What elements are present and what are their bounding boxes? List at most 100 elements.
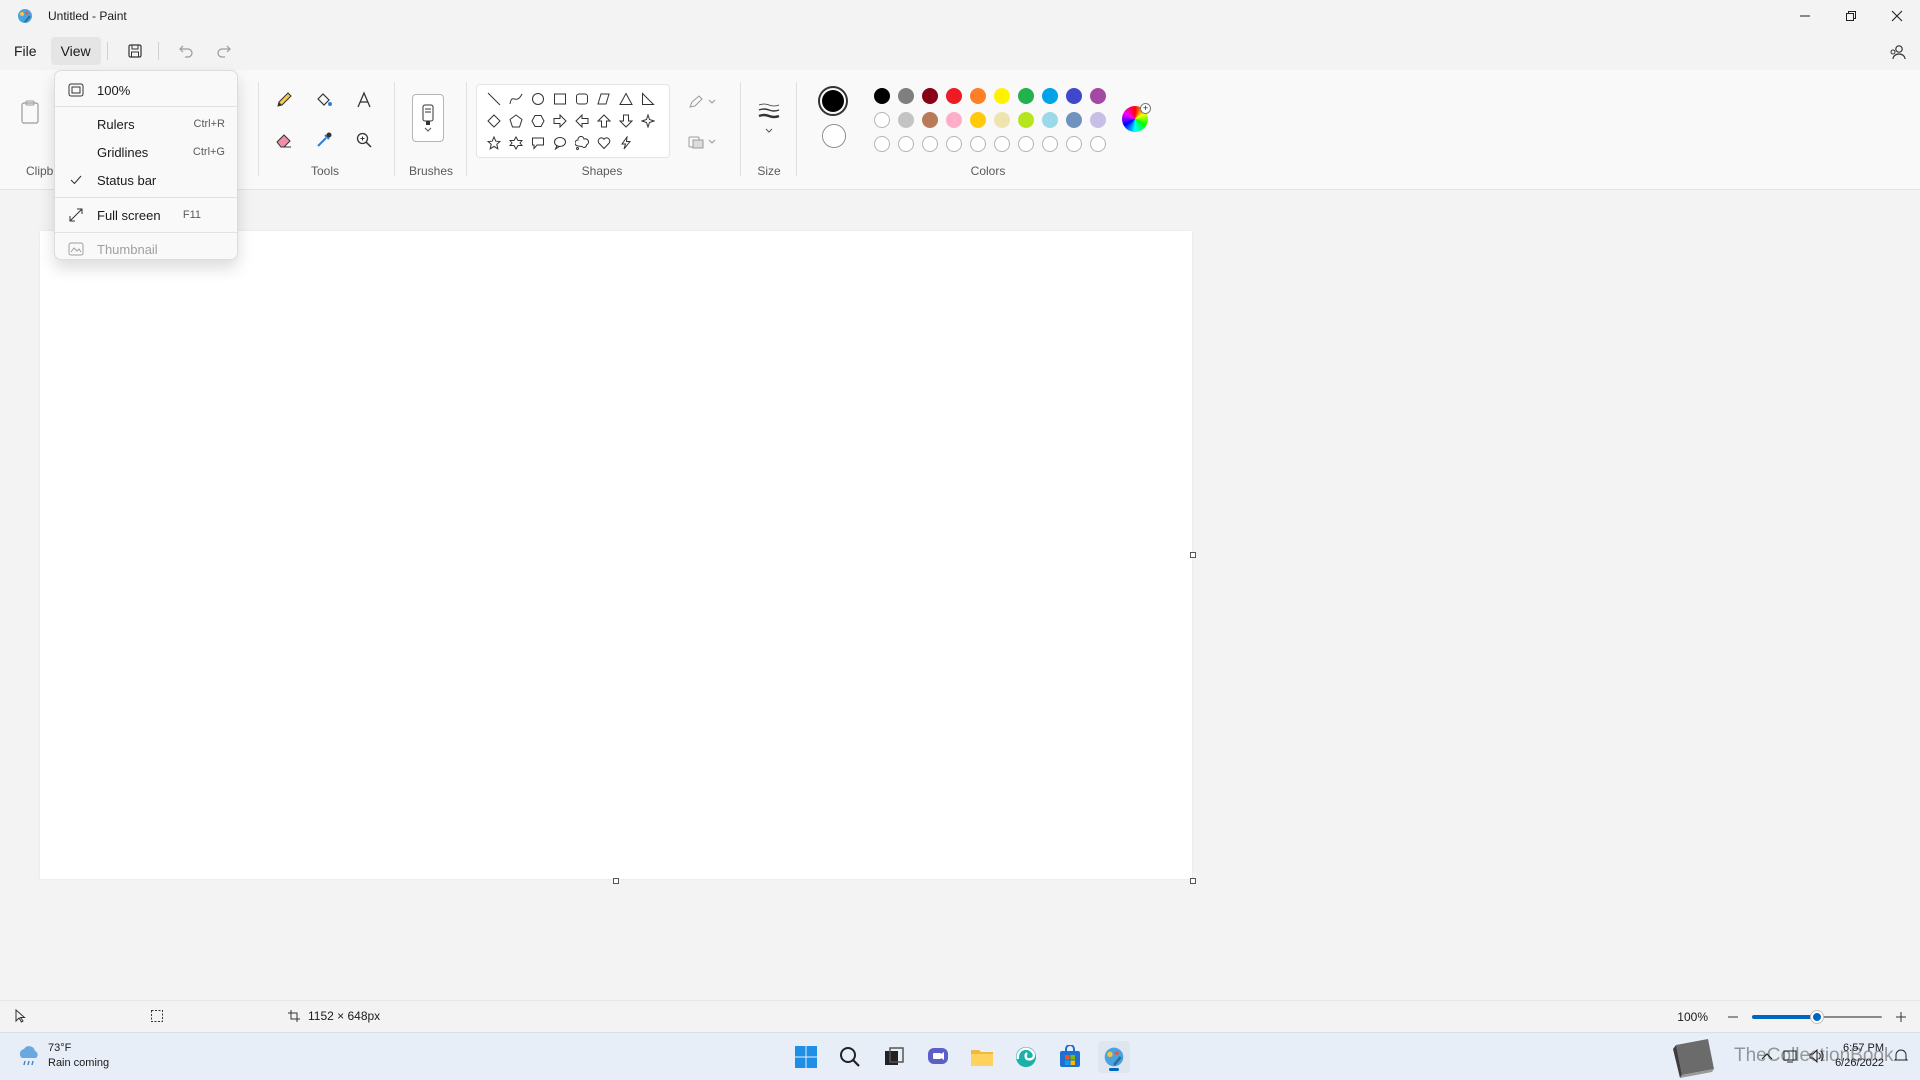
file-menu[interactable]: File <box>4 37 47 65</box>
canvas-resize-handle-right[interactable] <box>1190 552 1196 558</box>
chat-icon <box>928 1048 948 1064</box>
drawing-canvas[interactable] <box>40 231 1192 879</box>
color-swatch[interactable] <box>1042 112 1058 128</box>
color-swatch[interactable] <box>1066 112 1082 128</box>
save-button[interactable] <box>118 36 152 66</box>
rulers-item[interactable]: Rulers Ctrl+R <box>55 110 237 138</box>
canvas-resize-handle-corner[interactable] <box>1190 878 1196 884</box>
color-swatch[interactable] <box>970 88 986 104</box>
undo-button[interactable] <box>169 36 203 66</box>
ribbon-separator <box>740 82 741 176</box>
notification-icon[interactable] <box>1894 1049 1908 1063</box>
color-swatch[interactable] <box>994 112 1010 128</box>
zoom-100-item[interactable]: 100% <box>55 75 237 105</box>
window-title: Untitled - Paint <box>48 9 127 23</box>
edit-colors-button[interactable]: + <box>1122 103 1151 132</box>
status-bar: 1152 × 648px 100% <box>0 1000 1920 1034</box>
primary-color[interactable] <box>818 86 848 116</box>
custom-color-slot[interactable] <box>1018 136 1034 152</box>
color-swatch[interactable] <box>994 88 1010 104</box>
chevron-up-icon[interactable] <box>1761 1051 1773 1061</box>
custom-color-slot[interactable] <box>994 136 1010 152</box>
tools-group: Tools <box>262 70 388 190</box>
color-swatch[interactable] <box>1018 88 1034 104</box>
paint-taskbar-button[interactable] <box>1098 1041 1130 1073</box>
color-swatch[interactable] <box>970 112 986 128</box>
color-swatch[interactable] <box>1090 88 1106 104</box>
text-tool[interactable] <box>348 84 380 116</box>
canvas-resize-handle-bottom[interactable] <box>613 878 619 884</box>
color-swatch[interactable] <box>922 112 938 128</box>
zoom-in-button[interactable] <box>1890 1009 1912 1025</box>
color-swatch[interactable] <box>922 88 938 104</box>
size-button[interactable] <box>753 94 785 142</box>
color-swatch[interactable] <box>946 88 962 104</box>
eyedropper-icon <box>317 132 332 147</box>
account-button[interactable] <box>1884 38 1912 66</box>
color-swatch[interactable] <box>898 88 914 104</box>
clock[interactable]: 6:57 PM 6/26/2022 <box>1835 1041 1884 1071</box>
color-swatch[interactable] <box>1066 88 1082 104</box>
network-icon[interactable] <box>1783 1049 1799 1063</box>
custom-color-slot[interactable] <box>970 136 986 152</box>
gridlines-item[interactable]: Gridlines Ctrl+G <box>55 138 237 166</box>
expand-icon <box>67 206 85 224</box>
custom-color-slot[interactable] <box>946 136 962 152</box>
save-icon <box>128 44 142 58</box>
brushes-group: Brushes <box>398 70 464 190</box>
file-explorer-button[interactable] <box>966 1041 998 1073</box>
color-swatch[interactable] <box>1042 88 1058 104</box>
system-tray: 6:57 PM 6/26/2022 <box>1761 1041 1908 1071</box>
color-swatch[interactable] <box>874 88 890 104</box>
ribbon-separator <box>394 82 395 176</box>
gridlines-label: Gridlines <box>97 144 149 160</box>
zoom-out-button[interactable] <box>1722 1009 1744 1025</box>
chat-button[interactable] <box>922 1041 954 1073</box>
plus-icon <box>1896 1012 1906 1022</box>
pencil-tool[interactable] <box>268 84 300 116</box>
brushes-button[interactable] <box>412 94 444 142</box>
custom-color-slot[interactable] <box>922 136 938 152</box>
speaker-icon[interactable] <box>1809 1049 1825 1063</box>
restore-button[interactable] <box>1828 0 1874 32</box>
custom-color-slot[interactable] <box>1066 136 1082 152</box>
color-picker-tool[interactable] <box>308 124 340 156</box>
view-menu[interactable]: View <box>50 37 101 65</box>
close-button[interactable] <box>1874 0 1920 32</box>
thumbnail-item[interactable]: Thumbnail <box>55 235 237 263</box>
eraser-tool[interactable] <box>268 124 300 156</box>
zoom-slider-thumb[interactable] <box>1811 1011 1823 1023</box>
color-swatch[interactable] <box>898 112 914 128</box>
custom-color-slot[interactable] <box>898 136 914 152</box>
custom-color-slot[interactable] <box>1090 136 1106 152</box>
custom-color-slot[interactable] <box>874 136 890 152</box>
search-button[interactable] <box>834 1041 866 1073</box>
color-swatch[interactable] <box>1018 112 1034 128</box>
magnifier-tool[interactable] <box>348 124 380 156</box>
full-screen-item[interactable]: Full screen F11 <box>55 201 237 229</box>
edge-button[interactable] <box>1010 1041 1042 1073</box>
task-view-icon <box>885 1047 904 1065</box>
ribbon-separator <box>796 82 797 176</box>
pencil-icon <box>277 92 292 107</box>
tools-label: Tools <box>310 164 339 178</box>
color-swatch[interactable] <box>1090 112 1106 128</box>
status-bar-item[interactable]: Status bar <box>55 166 237 194</box>
windows-icon <box>795 1046 817 1068</box>
color-swatch[interactable] <box>874 112 890 128</box>
minimize-icon <box>1800 15 1810 17</box>
start-button[interactable] <box>790 1041 822 1073</box>
minimize-button[interactable] <box>1782 0 1828 32</box>
store-button[interactable] <box>1054 1041 1086 1073</box>
redo-icon <box>217 45 231 58</box>
task-view-button[interactable] <box>878 1041 910 1073</box>
paste-button[interactable] <box>14 96 46 128</box>
weather-desc: Rain coming <box>48 1057 110 1069</box>
color-swatch[interactable] <box>946 112 962 128</box>
fill-tool[interactable] <box>308 84 340 116</box>
secondary-color[interactable] <box>822 124 846 148</box>
redo-button[interactable] <box>207 36 241 66</box>
zoom-slider[interactable] <box>1752 1009 1882 1025</box>
custom-color-slot[interactable] <box>1042 136 1058 152</box>
weather-widget[interactable]: 73°F Rain coming <box>16 1041 109 1071</box>
